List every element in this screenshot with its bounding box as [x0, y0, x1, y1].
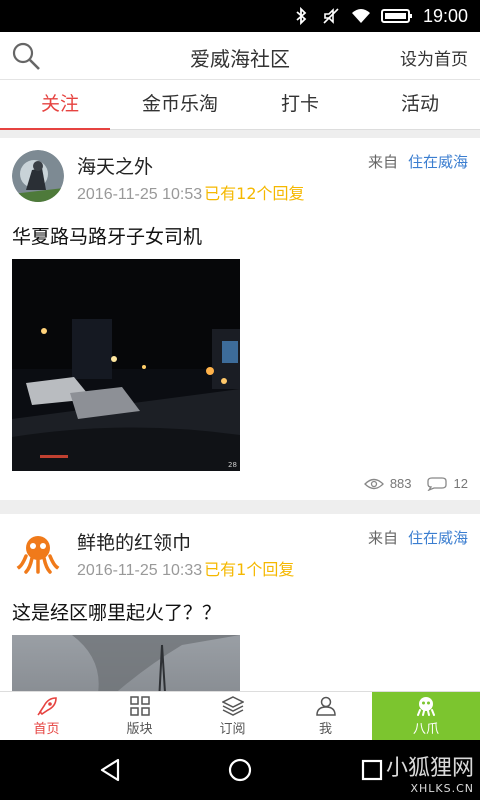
layers-icon — [221, 696, 244, 716]
forum-link[interactable]: 住在威海 — [408, 529, 468, 547]
post-time: 2016-11-25 10:33 — [77, 562, 203, 579]
grid-icon — [129, 696, 150, 716]
wifi-icon — [351, 9, 370, 23]
post-stats: 883 12 — [363, 476, 468, 491]
battery-icon — [380, 9, 412, 23]
nav-subscribe-label: 订阅 — [219, 722, 246, 737]
reply-count: 已有1个回复 — [204, 560, 295, 579]
bottom-nav: 首页 版块 订阅 我 八爪 — [0, 691, 480, 740]
svg-text:28: 28 — [228, 461, 237, 469]
nav-bazhua-label: 八爪 — [412, 722, 439, 737]
post-title[interactable]: 这是经区哪里起火了？？ — [12, 598, 221, 625]
watermark-main: 小狐狸网 — [385, 756, 474, 781]
category-tabs: 关注 金币乐淘 打卡 活动 — [0, 80, 480, 130]
person-icon — [315, 696, 336, 716]
status-time: 19:00 — [422, 5, 468, 26]
bluetooth-icon — [296, 6, 307, 26]
post-card[interactable]: 鲜艳的红领巾 2016-11-25 10:33 已有1个回复 来自 住在威海 这是经… — [0, 514, 480, 691]
nav-home-label: 首页 — [33, 722, 60, 737]
nav-boards[interactable]: 版块 — [93, 692, 186, 740]
post-time: 2016-11-25 10:53 — [77, 186, 203, 203]
comment-icon — [426, 476, 447, 491]
from-label: 来自 — [367, 153, 398, 171]
post-source: 来自 住在威海 — [368, 527, 468, 548]
post-meta: 2016-11-25 10:33 已有1个回复 — [77, 556, 294, 580]
set-home-button[interactable]: 设为首页 — [400, 45, 468, 70]
tab-follow[interactable]: 关注 — [0, 80, 120, 130]
post-feed[interactable]: 海天之外 2016-11-25 10:53 已有12个回复 来自 住在威海 华夏路马… — [0, 138, 480, 691]
forum-link[interactable]: 住在威海 — [408, 153, 468, 171]
octopus-icon — [417, 697, 435, 716]
watermark-sub: XHLKS.CN — [410, 782, 474, 795]
tab-events[interactable]: 活动 — [360, 80, 480, 129]
rocket-icon — [36, 697, 57, 716]
post-meta: 2016-11-25 10:53 已有12个回复 — [77, 180, 305, 204]
author-name[interactable]: 鲜艳的红领巾 — [77, 528, 191, 555]
post-card[interactable]: 海天之外 2016-11-25 10:53 已有12个回复 来自 住在威海 华夏路马… — [0, 138, 480, 500]
from-label: 来自 — [367, 529, 398, 547]
post-title[interactable]: 华夏路马路牙子女司机 — [12, 222, 202, 249]
post-image[interactable] — [12, 635, 240, 691]
tab-coin-shop[interactable]: 金币乐淘 — [120, 80, 240, 129]
nav-bazhua[interactable]: 八爪 — [372, 692, 480, 740]
post-image[interactable]: 28 — [12, 259, 240, 471]
reply-count: 已有12个回复 — [204, 184, 305, 203]
nav-home[interactable]: 首页 — [0, 692, 93, 740]
nav-me[interactable]: 我 — [279, 692, 372, 740]
comment-count: 12 — [453, 476, 468, 491]
nav-me-label: 我 — [318, 722, 332, 737]
view-count: 883 — [389, 476, 412, 491]
avatar[interactable] — [12, 150, 64, 202]
mute-icon — [323, 8, 339, 24]
status-bar: 19:00 — [0, 0, 480, 32]
home-icon[interactable] — [226, 756, 254, 784]
eye-icon — [363, 478, 384, 489]
back-icon[interactable] — [96, 756, 124, 784]
nav-subscribe[interactable]: 订阅 — [186, 692, 279, 740]
avatar[interactable] — [12, 526, 64, 578]
post-source: 来自 住在威海 — [368, 151, 468, 172]
watermark: 小狐狸网 XHLKS.CN — [386, 750, 474, 795]
recents-icon[interactable] — [358, 756, 386, 784]
nav-boards-label: 版块 — [126, 722, 153, 737]
author-name[interactable]: 海天之外 — [77, 152, 153, 179]
tab-checkin[interactable]: 打卡 — [240, 80, 360, 129]
app-header: 爱威海社区 设为首页 — [0, 32, 480, 80]
